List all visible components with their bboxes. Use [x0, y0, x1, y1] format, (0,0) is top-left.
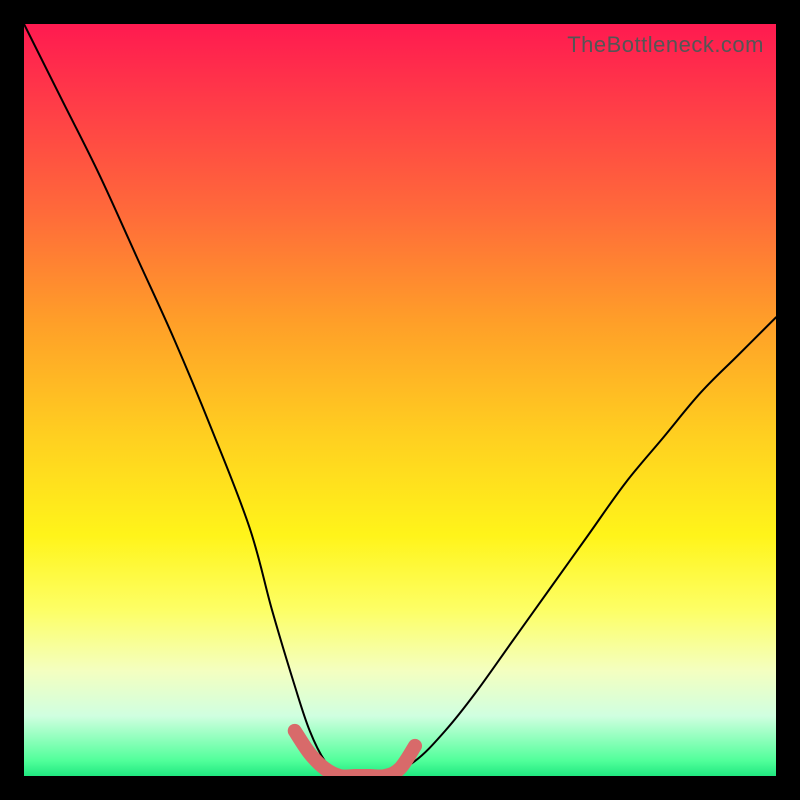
- plot-area: TheBottleneck.com: [24, 24, 776, 776]
- chart-svg: [24, 24, 776, 776]
- chart-frame: TheBottleneck.com: [0, 0, 800, 800]
- watermark-text: TheBottleneck.com: [567, 32, 764, 58]
- bottleneck-curve-path: [24, 24, 776, 776]
